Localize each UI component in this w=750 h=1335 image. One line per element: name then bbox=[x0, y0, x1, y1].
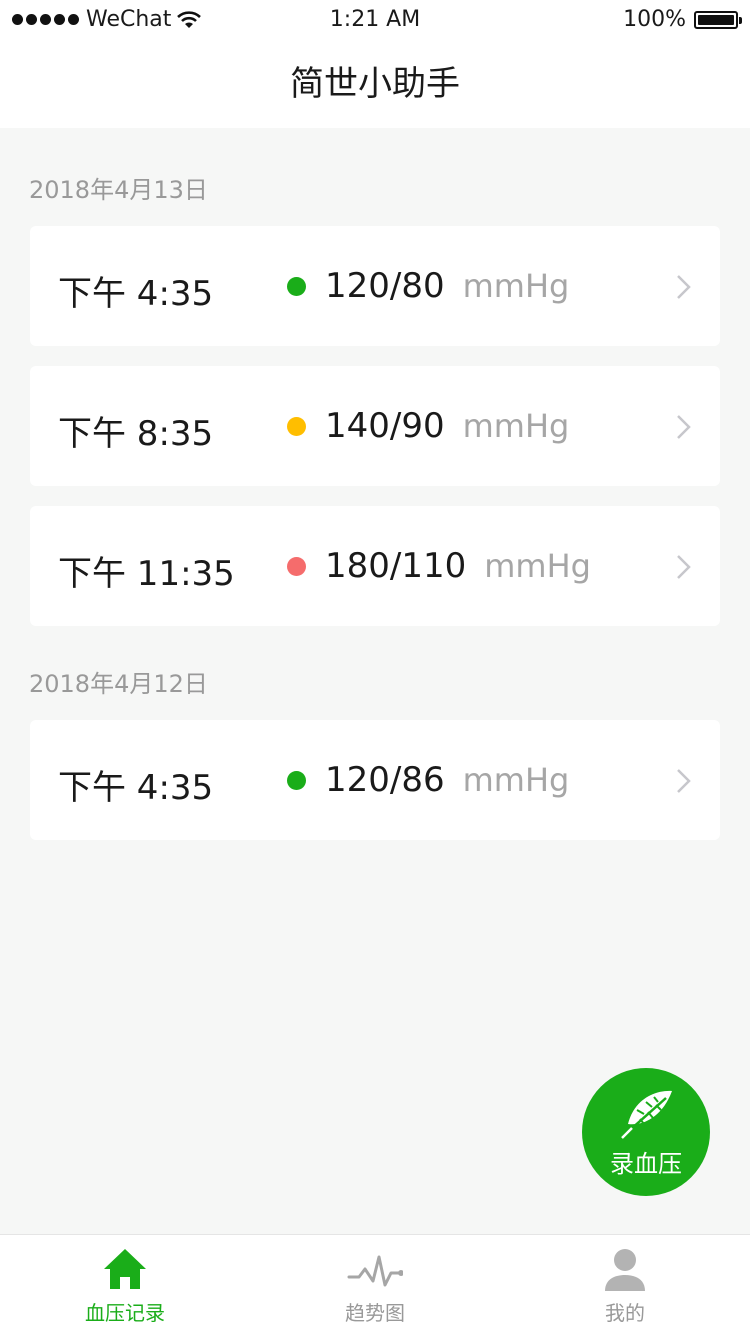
chevron-right-icon bbox=[677, 769, 691, 793]
status-dot bbox=[287, 771, 306, 790]
tab-bar: 血压记录 趋势图 我的 bbox=[0, 1234, 750, 1335]
status-dot bbox=[287, 557, 306, 576]
chevron-right-icon bbox=[677, 555, 691, 579]
record-time: 下午 4:35 bbox=[58, 768, 214, 808]
date-header: 2018年4月12日 bbox=[29, 670, 208, 698]
record-value: 180/110 mmHg bbox=[325, 546, 591, 586]
battery-percent: 100% bbox=[623, 7, 686, 32]
pressure-value: 180/110 bbox=[325, 546, 467, 586]
status-right: 100% bbox=[623, 7, 742, 32]
fab-label: 录血压 bbox=[610, 1150, 682, 1178]
record-value: 120/80 mmHg bbox=[325, 266, 569, 306]
tab-records[interactable]: 血压记录 bbox=[0, 1235, 250, 1335]
feather-icon bbox=[621, 1090, 672, 1139]
record-card[interactable]: 下午 11:35 180/110 mmHg bbox=[30, 506, 720, 626]
record-card[interactable]: 下午 4:35 120/80 mmHg bbox=[30, 226, 720, 346]
record-time: 下午 4:35 bbox=[58, 274, 214, 314]
chevron-right-icon bbox=[677, 275, 691, 299]
tab-label: 我的 bbox=[605, 1301, 645, 1325]
pressure-value: 120/80 bbox=[325, 266, 445, 306]
pressure-value: 140/90 bbox=[325, 406, 445, 446]
unit-label: mmHg bbox=[462, 761, 570, 799]
battery-icon bbox=[694, 10, 742, 29]
unit-label: mmHg bbox=[462, 407, 570, 445]
record-time: 下午 8:35 bbox=[58, 414, 214, 454]
record-card[interactable]: 下午 4:35 120/86 mmHg bbox=[30, 720, 720, 840]
nav-bar: 简世小助手 bbox=[0, 42, 750, 128]
record-value: 120/86 mmHg bbox=[325, 760, 569, 800]
status-dot bbox=[287, 417, 306, 436]
tab-label: 血压记录 bbox=[85, 1301, 165, 1325]
record-card[interactable]: 下午 8:35 140/90 mmHg bbox=[30, 366, 720, 486]
record-time: 下午 11:35 bbox=[58, 554, 235, 594]
date-header: 2018年4月13日 bbox=[29, 176, 208, 204]
home-icon bbox=[104, 1249, 146, 1289]
status-dot bbox=[287, 277, 306, 296]
record-value: 140/90 mmHg bbox=[325, 406, 569, 446]
add-blood-pressure-button[interactable]: 录血压 bbox=[582, 1068, 710, 1196]
user-icon bbox=[605, 1249, 645, 1291]
tab-mine[interactable]: 我的 bbox=[500, 1235, 750, 1335]
status-bar: WeChat 1:21 AM 100% bbox=[0, 0, 750, 42]
unit-label: mmHg bbox=[484, 547, 591, 585]
tab-trend[interactable]: 趋势图 bbox=[250, 1235, 500, 1335]
pulse-chart-icon bbox=[347, 1255, 403, 1287]
chevron-right-icon bbox=[677, 415, 691, 439]
page-title: 简世小助手 bbox=[290, 64, 460, 104]
tab-label: 趋势图 bbox=[345, 1301, 405, 1325]
unit-label: mmHg bbox=[462, 267, 570, 305]
pressure-value: 120/86 bbox=[325, 760, 445, 800]
